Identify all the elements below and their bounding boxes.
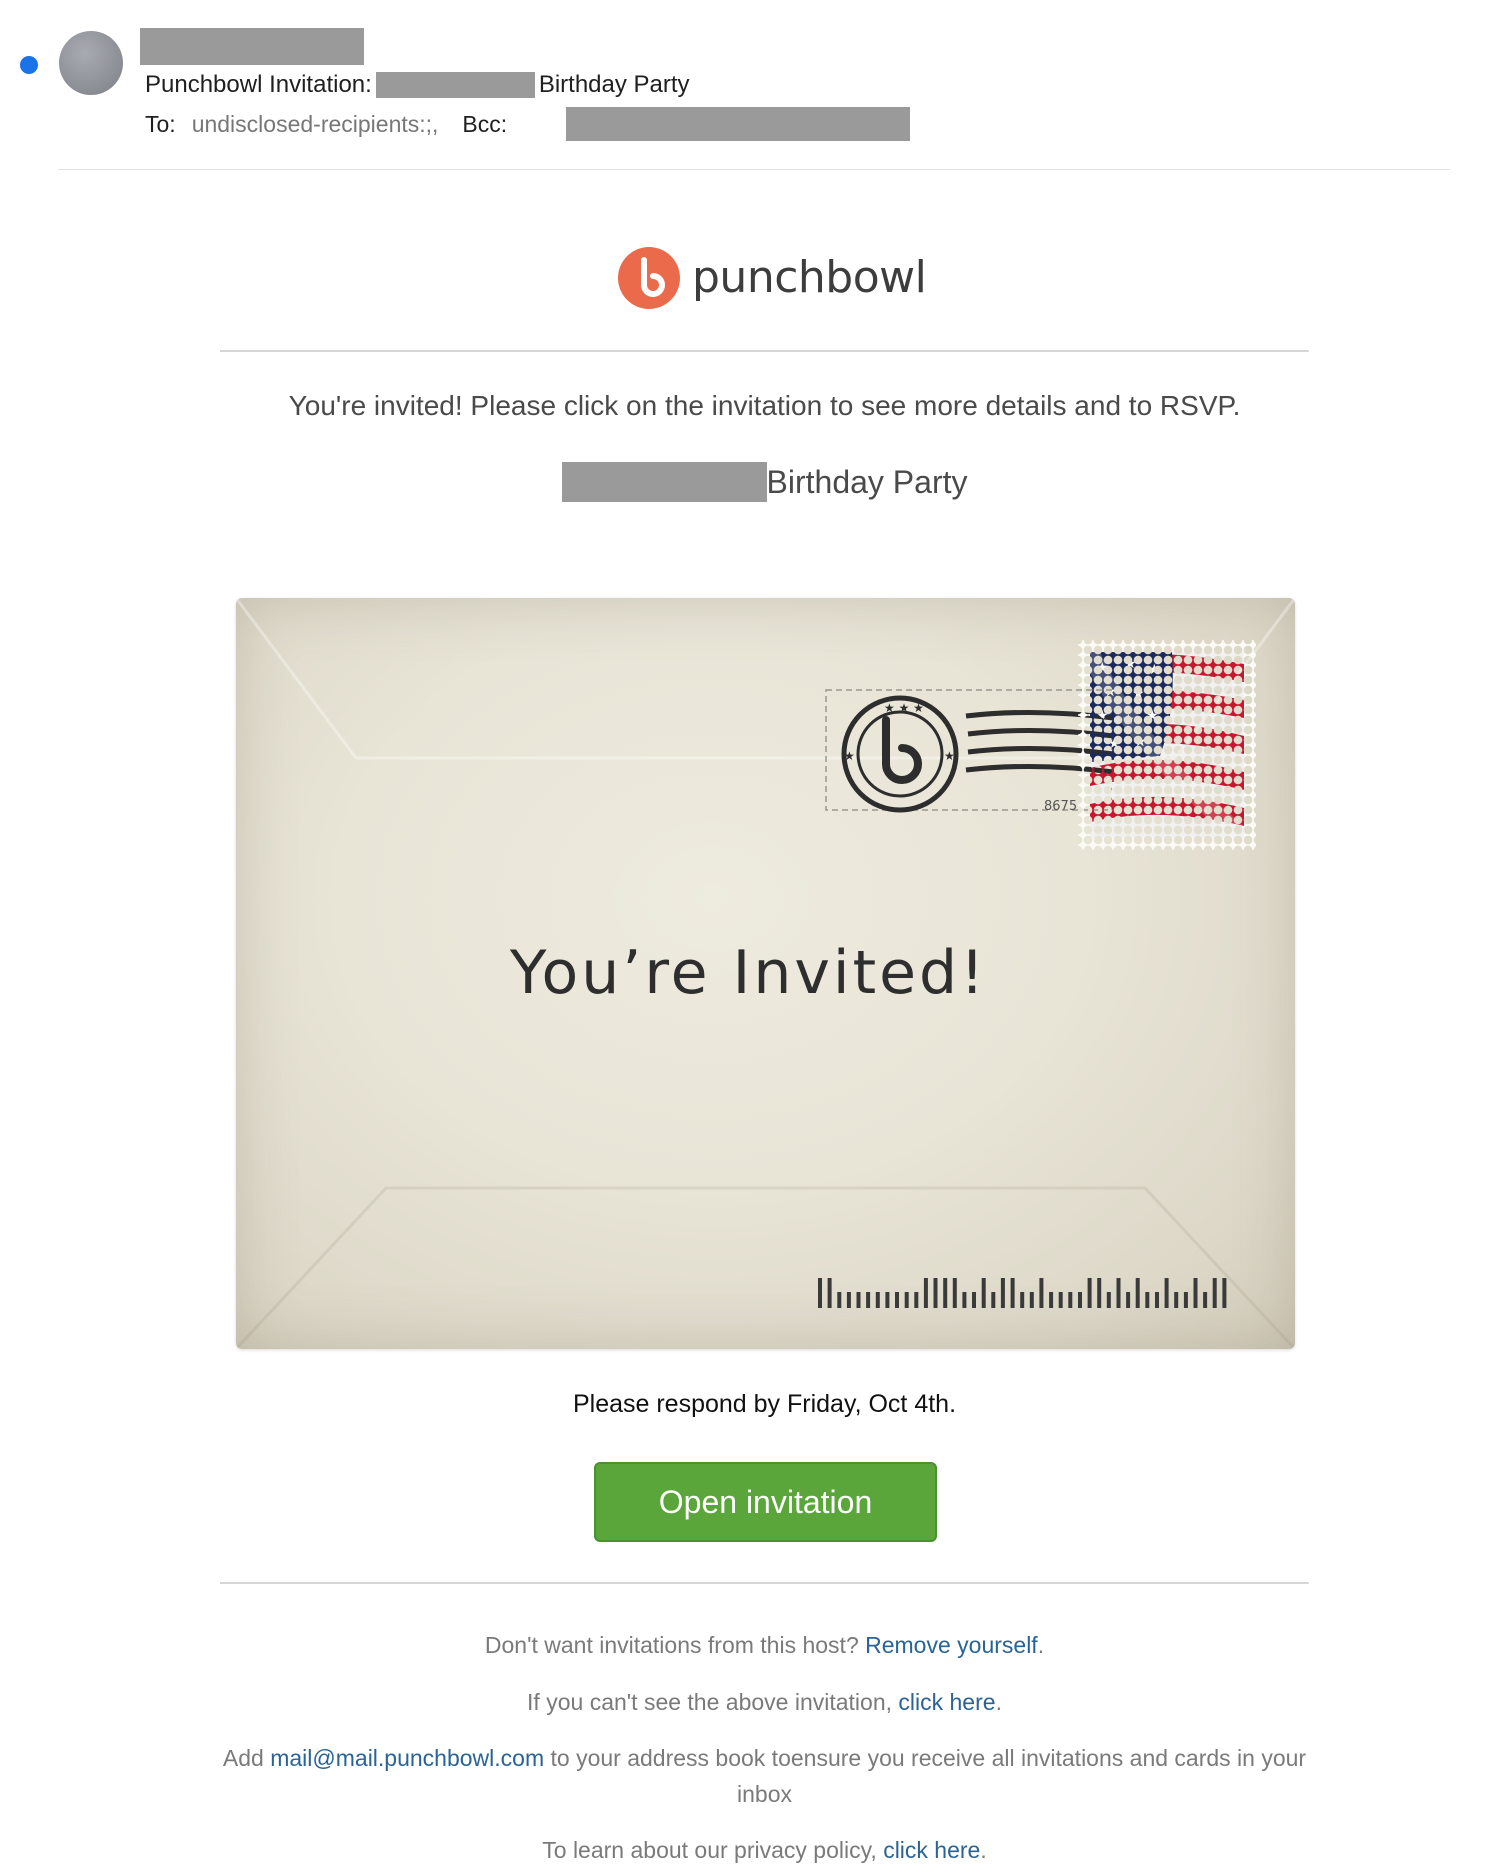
period: . xyxy=(1037,1632,1045,1658)
open-invitation-button[interactable]: Open invitation xyxy=(594,1462,937,1542)
brand-name: punchbowl xyxy=(692,252,927,303)
remove-yourself-link[interactable]: Remove yourself xyxy=(865,1632,1038,1658)
add-suffix: to your address book toensure you receiv… xyxy=(550,1745,1307,1807)
to-label: To: xyxy=(145,110,176,137)
bcc-redacted xyxy=(566,107,910,141)
subject-redacted xyxy=(375,72,535,98)
unsubscribe-line: Don't want invitations from this host? R… xyxy=(220,1627,1309,1663)
cant-see-line: If you can't see the above invitation, c… xyxy=(220,1684,1309,1720)
divider xyxy=(220,1582,1309,1584)
period: . xyxy=(995,1689,1002,1715)
sender-name-redacted xyxy=(140,28,364,65)
email-view: Punchbowl Invitation: Birthday Party To:… xyxy=(0,0,1502,1872)
punchbowl-logo-icon xyxy=(618,247,680,309)
svg-text:★: ★ xyxy=(1132,686,1145,702)
barcode-icon xyxy=(818,1278,1227,1308)
bcc-label: Bcc: xyxy=(462,110,508,137)
postmark-icon: ★ ★ ★ ★ ★ 8675 xyxy=(825,689,1114,814)
event-name-redacted xyxy=(561,462,767,502)
view-invitation-link[interactable]: click here xyxy=(898,1689,995,1715)
svg-text:★: ★ xyxy=(1146,708,1159,724)
postmark-number: 8675 xyxy=(1044,799,1077,814)
svg-text:★: ★ xyxy=(1096,708,1109,724)
svg-text:★: ★ xyxy=(944,749,955,763)
privacy-text: To learn about our privacy policy, xyxy=(542,1837,877,1863)
respond-by-text: Please respond by Friday, Oct 4th. xyxy=(572,1390,957,1418)
svg-text:★: ★ xyxy=(844,749,855,763)
period: . xyxy=(980,1837,987,1863)
punchbowl-logo[interactable]: punchbowl xyxy=(618,246,927,310)
svg-text:★: ★ xyxy=(1124,656,1137,672)
privacy-policy-link[interactable]: click here xyxy=(883,1837,980,1863)
subject-suffix: Birthday Party xyxy=(538,71,690,98)
svg-text:★ ★ ★: ★ ★ ★ xyxy=(884,701,924,715)
sender-email-link[interactable]: mail@mail.punchbowl.com xyxy=(270,1745,544,1771)
add-prefix: Add xyxy=(222,1745,264,1771)
privacy-line: To learn about our privacy policy, click… xyxy=(220,1832,1309,1868)
event-title-suffix: Birthday Party xyxy=(766,463,968,500)
cant-see-text: If you can't see the above invitation, xyxy=(527,1689,893,1715)
message-header: Punchbowl Invitation: Birthday Party To:… xyxy=(0,0,1502,170)
invitation-envelope[interactable]: ★ ★ ★ ★ ★ 8675 ★ ★ ★ ★ ★ ★ ★ ★ ★ ★ You’r… xyxy=(236,598,1295,1349)
unread-dot-icon[interactable] xyxy=(20,56,38,74)
to-value[interactable]: undisclosed-recipients:;, xyxy=(192,111,439,138)
sender-avatar[interactable] xyxy=(59,31,123,95)
subject-prefix: Punchbowl Invitation: xyxy=(145,71,372,98)
divider xyxy=(220,350,1309,352)
unsubscribe-text: Don't want invitations from this host? xyxy=(484,1632,859,1658)
intro-text: You're invited! Please click on the invi… xyxy=(288,390,1241,421)
subject-line: Punchbowl Invitation: Birthday Party xyxy=(145,70,690,100)
event-title: Birthday Party xyxy=(220,462,1309,502)
envelope-text: You’re Invited! xyxy=(509,938,988,1008)
flag-stamp-icon: ★ ★ ★ ★ ★ ★ ★ ★ ★ ★ xyxy=(1078,640,1256,850)
address-book-line: Add mail@mail.punchbowl.com to your addr… xyxy=(220,1740,1309,1812)
svg-text:★: ★ xyxy=(1148,662,1161,678)
recipients-line: To: undisclosed-recipients:;, Bcc: xyxy=(145,109,507,139)
svg-text:★: ★ xyxy=(1108,736,1121,752)
header-divider xyxy=(58,169,1450,170)
